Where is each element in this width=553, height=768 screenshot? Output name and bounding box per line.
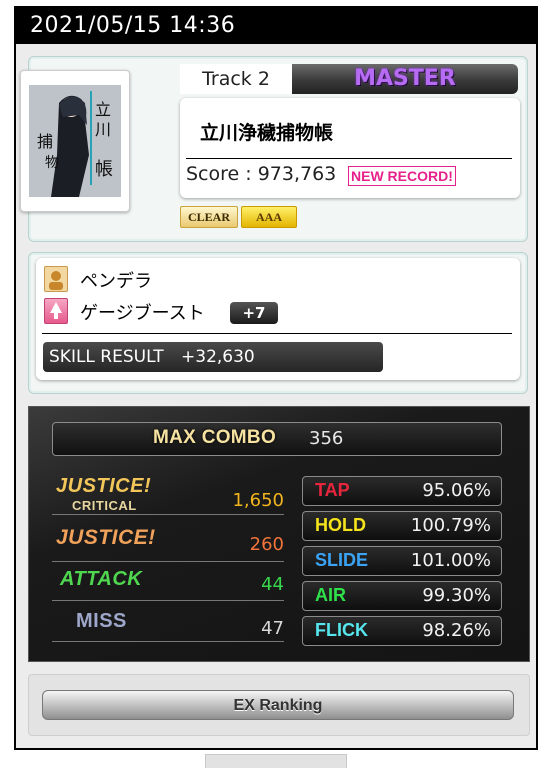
new-record-badge: NEW RECORD! — [348, 166, 456, 186]
svg-text:川: 川 — [95, 120, 111, 139]
hold-rate-value: 100.79% — [410, 515, 491, 536]
attack-label: ATTACK — [60, 568, 143, 590]
miss-value: 47 — [261, 618, 284, 639]
justice-value: 260 — [249, 534, 284, 555]
clear-badge: CLEAR — [180, 206, 238, 228]
skill-result-label: SKILL RESULT — [49, 347, 164, 367]
max-combo-label: MAX COMBO — [153, 427, 277, 448]
rate-row-slide: SLIDE 101.00% — [302, 546, 502, 576]
max-combo-value: 356 — [309, 428, 344, 449]
track-number: Track 2 — [180, 64, 292, 94]
justice-label: JUSTICE! — [56, 526, 156, 549]
svg-text:物: 物 — [45, 155, 59, 171]
slide-rate-label: SLIDE — [315, 550, 369, 570]
rate-row-hold: HOLD 100.79% — [302, 511, 502, 541]
air-rate-value: 99.30% — [422, 585, 491, 606]
tap-rate-value: 95.06% — [422, 480, 491, 501]
judge-divider-1 — [52, 514, 284, 515]
svg-text:捕: 捕 — [37, 132, 53, 151]
score-text: Score : 973,763 — [186, 163, 337, 185]
rate-row-air: AIR 99.30% — [302, 581, 502, 611]
slide-rate-value: 101.00% — [410, 550, 491, 571]
difficulty-badge: MASTER — [292, 64, 518, 94]
song-title: 立川浄穢捕物帳 — [200, 122, 334, 144]
jacket-image: 立 川 捕 物 帳 — [20, 70, 130, 212]
judge-divider-3 — [52, 600, 284, 601]
character-name: ペンデラ — [80, 271, 152, 292]
max-combo-box: MAX COMBO 356 — [52, 422, 502, 456]
miss-label: MISS — [76, 610, 127, 632]
rate-row-flick: FLICK 98.26% — [302, 616, 502, 646]
skill-result-bar: SKILL RESULT +32,630 — [43, 342, 383, 372]
svg-text:立: 立 — [95, 100, 111, 119]
svg-text:帳: 帳 — [95, 159, 113, 180]
flick-rate-label: FLICK — [315, 620, 368, 640]
tap-rate-label: TAP — [315, 480, 350, 500]
flick-rate-value: 98.26% — [422, 620, 491, 641]
skill-name: ゲージブースト — [80, 303, 205, 324]
hold-rate-label: HOLD — [315, 515, 366, 535]
score-divider — [186, 158, 512, 159]
judge-divider-4 — [52, 641, 284, 642]
ex-ranking-button[interactable]: EX Ranking — [42, 690, 514, 720]
air-rate-label: AIR — [315, 585, 346, 605]
rank-badge: AAA — [241, 206, 297, 228]
skill-result-value: +32,630 — [181, 347, 255, 367]
judge-divider-2 — [52, 561, 284, 562]
rate-row-tap: TAP 95.06% — [302, 476, 502, 506]
skill-level-badge: +7 — [230, 302, 278, 324]
character-icon — [44, 266, 68, 292]
skill-divider — [42, 333, 512, 334]
justice-critical-label: JUSTICE! CRITICAL — [56, 475, 152, 513]
play-datetime: 2021/05/15 14:36 — [16, 8, 536, 44]
attack-value: 44 — [261, 574, 284, 595]
bottom-tab[interactable] — [205, 754, 347, 768]
skill-icon — [44, 298, 68, 324]
justice-critical-value: 1,650 — [232, 490, 284, 511]
